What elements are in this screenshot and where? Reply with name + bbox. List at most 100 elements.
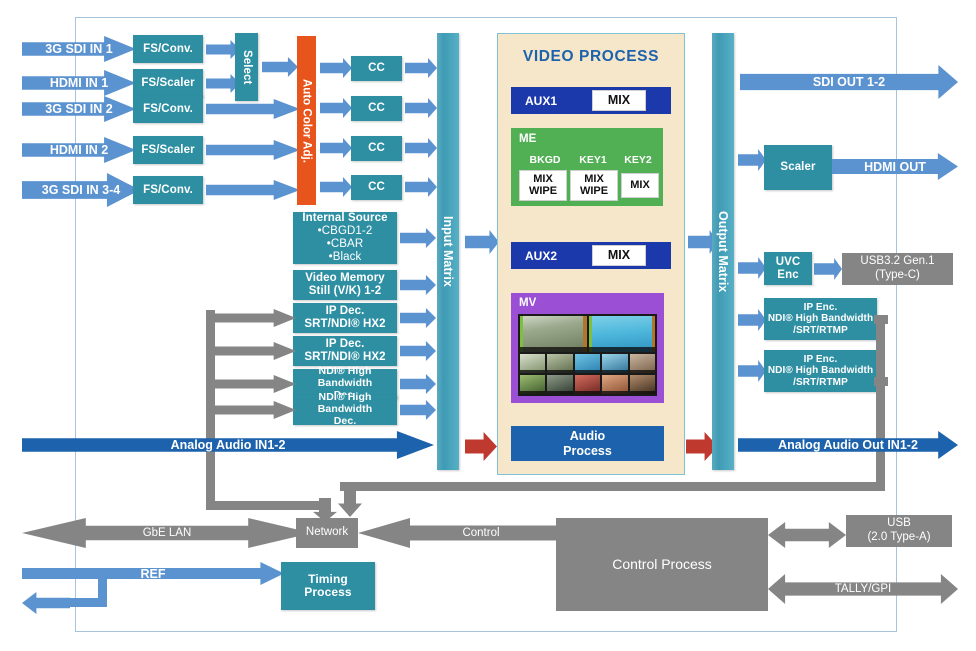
- ip-encoder-1-line-3: /SRT/RTMP: [793, 324, 848, 336]
- cc-block-2[interactable]: CC: [351, 96, 402, 121]
- me-column-header-key2: KEY2: [624, 154, 652, 166]
- tally-gpi-label: TALLY/GPI: [834, 583, 892, 595]
- ref-label: REF: [140, 566, 166, 581]
- usb-a-box[interactable]: USB (2.0 Type-A): [846, 515, 952, 547]
- timing-process-line-2: Process: [304, 585, 352, 599]
- multiview-thumb: [547, 354, 573, 374]
- me-column-header-bkgd: BKGD: [529, 154, 561, 166]
- ip-encoder-2-line-3: /SRT/RTMP: [793, 376, 848, 388]
- usb-c-line-1: USB3.2 Gen.1: [860, 255, 935, 268]
- fs-conv-3[interactable]: FS/Conv.: [133, 176, 203, 204]
- input-matrix-label: Input Matrix: [441, 216, 455, 287]
- me-key1-chip[interactable]: MIX WIPE: [570, 170, 618, 201]
- multiview-thumb: [520, 375, 546, 394]
- internal-source-line-1: Internal Source: [302, 212, 388, 225]
- ip-encoder-1-box[interactable]: IP Enc. NDI® High Bandwidth /SRT/RTMP: [764, 298, 877, 340]
- aux1-mix-chip[interactable]: MIX: [592, 90, 646, 111]
- usb-a-line-2: (2.0 Type-A): [867, 531, 931, 543]
- ip-encoder-1-line-1: IP Enc.: [803, 302, 838, 314]
- me-key2-chip-line-1: MIX: [630, 178, 650, 191]
- video-memory-box[interactable]: Video Memory Still (V/K) 1-2: [293, 270, 397, 300]
- output-matrix-bar[interactable]: Output Matrix: [712, 33, 734, 470]
- input-label: 3G SDI IN 3-4: [41, 183, 121, 197]
- internal-source-line-3: •CBAR: [326, 238, 364, 250]
- audio-process-line-1: Audio: [569, 429, 606, 444]
- fs-scaler-1[interactable]: FS/Scaler: [133, 69, 203, 97]
- cc-block-1[interactable]: CC: [351, 56, 402, 81]
- control-process-label: Control Process: [612, 556, 712, 573]
- input-label: 3G SDI IN 1: [45, 42, 113, 56]
- fs-conv-3-label: FS/Conv.: [143, 183, 193, 196]
- multiview-row-thumbs-1: [520, 354, 656, 374]
- cc-block-4[interactable]: CC: [351, 175, 402, 200]
- select-box[interactable]: Select: [235, 33, 258, 101]
- ip-decoder-1-box[interactable]: IP Dec. SRT/NDI® HX2: [293, 303, 397, 333]
- fs-conv-1[interactable]: FS/Conv.: [133, 35, 203, 63]
- fs-conv-1-label: FS/Conv.: [143, 42, 193, 55]
- input-label: 3G SDI IN 2: [45, 102, 113, 116]
- analog-audio-out-label: Analog Audio Out IN1-2: [778, 438, 918, 452]
- uvc-enc-box[interactable]: UVC Enc: [764, 252, 812, 285]
- input-matrix-bar[interactable]: Input Matrix: [437, 33, 459, 470]
- diagram-canvas: 3G SDI IN 1 FS/Conv. HDMI IN 1 FS/Scaler…: [0, 0, 976, 651]
- auto-color-adj-box[interactable]: Auto Color Adj.: [297, 36, 316, 205]
- select-label: Select: [240, 49, 253, 85]
- me-key2-chip[interactable]: MIX: [621, 173, 659, 198]
- uvc-enc-line-2: Enc: [777, 268, 799, 281]
- fs-scaler-2[interactable]: FS/Scaler: [133, 136, 203, 164]
- control-process-box[interactable]: Control Process: [556, 518, 768, 611]
- network-bus-horizontal-to-network: [206, 501, 328, 510]
- ip-encoder-2-box[interactable]: IP Enc. NDI® High Bandwidth /SRT/RTMP: [764, 350, 877, 392]
- me-bkgd-chip-line-2: WIPE: [528, 184, 558, 197]
- fs-conv-2[interactable]: FS/Conv.: [133, 95, 203, 123]
- ndi-decoder-2-box[interactable]: NDI® High Bandwidth Dec.: [293, 391, 397, 427]
- aux2-bar[interactable]: AUX2: [511, 242, 671, 269]
- cc-block-3[interactable]: CC: [351, 136, 402, 161]
- sdi-out-label: SDI OUT 1-2: [812, 75, 886, 89]
- multiview-preview[interactable]: [518, 314, 657, 396]
- me-bkgd-chip-line-1: MIX: [533, 172, 553, 185]
- ip-decoder-2-box[interactable]: IP Dec. SRT/NDI® HX2: [293, 336, 397, 366]
- ip-encoder-2-line-2: NDI® High Bandwidth: [767, 365, 874, 377]
- control-label: Control: [462, 527, 500, 539]
- ref-loop-out-arrow: [22, 592, 70, 614]
- multiview-thumb: [574, 354, 601, 374]
- internal-source-box[interactable]: Internal Source •CBGD1-2 •CBAR •Black: [293, 212, 397, 264]
- ip-encoder-bus-vertical: [876, 315, 885, 490]
- audio-process-box[interactable]: Audio Process: [511, 426, 664, 461]
- aux1-mix-label: MIX: [607, 92, 631, 107]
- uvc-enc-line-1: UVC: [775, 255, 801, 268]
- internal-source-line-4: •Black: [328, 250, 362, 263]
- cc-label: CC: [368, 62, 385, 75]
- timing-process-box[interactable]: Timing Process: [281, 562, 375, 610]
- ip-decoder-2-line-2: SRT/NDI® HX2: [304, 351, 386, 363]
- multiview-thumb: [602, 375, 628, 394]
- scaler-box[interactable]: Scaler: [764, 145, 832, 190]
- ip-encoder-1-line-2: NDI® High Bandwidth: [767, 313, 874, 325]
- output-matrix-label: Output Matrix: [716, 210, 730, 293]
- ip-decoder-1-line-2: SRT/NDI® HX2: [304, 318, 386, 330]
- video-memory-line-1: Video Memory: [305, 272, 385, 285]
- audio-process-line-2: Process: [563, 443, 612, 458]
- ndi-decoder-2-line-1: NDI® High Bandwidth: [317, 391, 373, 416]
- me-label: ME: [519, 133, 537, 145]
- multiview-thumb: [629, 375, 656, 394]
- multiview-tile-pvw: [588, 316, 655, 353]
- usb-c-line-2: (Type-C): [875, 269, 920, 281]
- aux2-label: AUX2: [525, 248, 558, 263]
- ip-encoder-bus-horizontal: [340, 482, 885, 491]
- video-memory-line-2: Still (V/K) 1-2: [308, 285, 382, 297]
- usb-c-box[interactable]: USB3.2 Gen.1 (Type-C): [842, 253, 953, 285]
- network-box[interactable]: Network: [296, 518, 358, 548]
- me-bkgd-chip[interactable]: MIX WIPE: [519, 170, 567, 201]
- aux2-mix-chip[interactable]: MIX: [592, 245, 646, 266]
- mv-label: MV: [519, 297, 537, 309]
- multiview-thumb: [574, 375, 601, 394]
- input-label: HDMI IN 2: [49, 143, 109, 157]
- aux1-label: AUX1: [525, 93, 558, 108]
- cc-label: CC: [368, 181, 385, 194]
- input-label: HDMI IN 1: [49, 76, 109, 90]
- aux2-mix-label: MIX: [607, 247, 631, 262]
- aux1-bar[interactable]: AUX1: [511, 87, 671, 114]
- usb-a-line-1: USB: [887, 517, 911, 530]
